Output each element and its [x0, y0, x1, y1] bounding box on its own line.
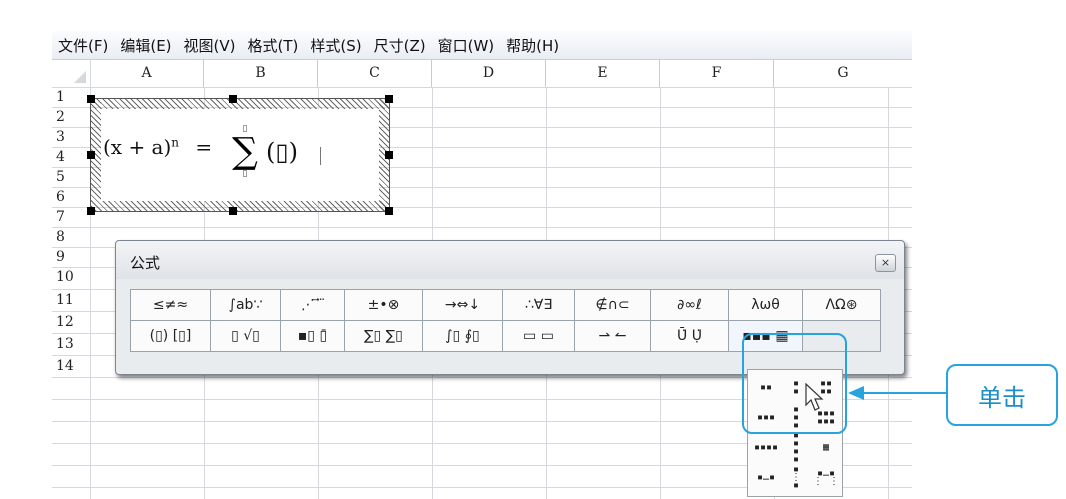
resize-handle[interactable]	[87, 151, 95, 159]
row-header-5[interactable]: 5	[52, 167, 90, 187]
callout-arrow-icon	[848, 386, 864, 400]
palette-title: 公式	[130, 254, 161, 272]
row-header-1[interactable]: 1	[52, 87, 90, 107]
resize-handle[interactable]	[385, 95, 393, 103]
row-header-4[interactable]: 4	[52, 147, 90, 167]
close-button[interactable]: ×	[875, 254, 896, 272]
row-header-12[interactable]: 12	[52, 311, 90, 333]
labeled-arrows-button[interactable]: ⇀ ↼	[575, 321, 651, 351]
palette-symbols-row: ≤≠≈ ∫ab∵ ⋰ ⃗ ⃛ ±•⊗ →⇔↓ ∴∀∃ ∉∩⊂ ∂∞ℓ λωθ Λ…	[130, 289, 881, 321]
column-header-d[interactable]: D	[432, 59, 546, 87]
matrix-1x4-option[interactable]: ▪▪▪▪	[752, 434, 780, 462]
embellishments-button[interactable]: ⋰ ⃗ ⃛	[281, 290, 345, 320]
misc-symbols-button[interactable]: ∂∞ℓ	[651, 290, 729, 320]
equation-lhs: (x + a)n =	[103, 135, 212, 159]
row-header-6[interactable]: 6	[52, 187, 90, 207]
column-header-g[interactable]: G	[774, 59, 912, 87]
screenshot: 文件(F) 编辑(E) 视图(V) 格式(T) 样式(S) 尺寸(Z) 窗口(W…	[0, 0, 1066, 499]
set-theory-button[interactable]: ∉∩⊂	[575, 290, 651, 320]
equation-equals: =	[195, 135, 213, 159]
row-header-7[interactable]: 7	[52, 207, 90, 227]
greek-lower-button[interactable]: λωθ	[729, 290, 803, 320]
operators-button[interactable]: ±•⊗	[345, 290, 423, 320]
select-all-corner[interactable]	[52, 59, 90, 87]
menu-style[interactable]: 样式(S)	[304, 35, 367, 56]
row-vector-option[interactable]: ▪…▪	[752, 464, 780, 492]
equation-canvas[interactable]: (x + a)n = ▯ ∑ ▯ (▯)	[101, 109, 379, 201]
relations-button[interactable]: ≤≠≈	[131, 290, 211, 320]
summation-term[interactable]: (▯)	[266, 138, 298, 166]
column-header-b[interactable]: B	[204, 59, 318, 87]
integral-templates-button[interactable]: ∫▯ ∮▯	[423, 321, 503, 351]
column-header-a[interactable]: A	[90, 59, 204, 87]
row-header-8[interactable]: 8	[52, 227, 90, 247]
spaces-ellipses-button[interactable]: ∫ab∵	[211, 290, 281, 320]
row-header-11[interactable]: 11	[52, 289, 90, 311]
summation-sign: ∑	[232, 131, 258, 172]
summation-templates-button[interactable]: ∑▯ ∑▯	[345, 321, 423, 351]
row-header-2[interactable]: 2	[52, 107, 90, 127]
fraction-radical-button[interactable]: ▯ √▯	[211, 321, 281, 351]
menu-format[interactable]: 格式(T)	[242, 35, 305, 56]
menu-bar: 文件(F) 编辑(E) 视图(V) 格式(T) 样式(S) 尺寸(Z) 窗口(W…	[52, 31, 912, 60]
callout-label: 单击	[946, 364, 1058, 426]
menu-help[interactable]: 帮助(H)	[500, 35, 565, 56]
resize-handle[interactable]	[385, 151, 393, 159]
arrows-button[interactable]: →⇔↓	[423, 290, 503, 320]
resize-handle[interactable]	[229, 95, 237, 103]
menu-view[interactable]: 视图(V)	[178, 35, 242, 56]
greek-upper-button[interactable]: ΛΩ⊛	[803, 290, 880, 320]
callout-arrow-line	[862, 392, 946, 394]
resize-handle[interactable]	[385, 207, 393, 215]
grid-line	[52, 87, 912, 88]
row-header-14[interactable]: 14	[52, 355, 90, 377]
underbar-overbar-button[interactable]: ▭ ▭	[503, 321, 575, 351]
text-cursor	[320, 147, 321, 165]
equation-exponent: n	[171, 135, 180, 150]
column-vector-option[interactable]: ▪ ⋮ ▪	[782, 464, 810, 492]
resize-handle[interactable]	[87, 207, 95, 215]
column-header-c[interactable]: C	[318, 59, 432, 87]
matrix-nxn-option[interactable]: ▪…▪ ⋮ ⋮	[812, 464, 840, 492]
highlight-box	[742, 333, 847, 434]
palette-titlebar[interactable]: 公式 ×	[116, 241, 904, 279]
products-set-button[interactable]: Ū̇ Ụ̇	[651, 321, 729, 351]
resize-handle[interactable]	[229, 207, 237, 215]
grid-line	[52, 227, 912, 228]
row-header-13[interactable]: 13	[52, 333, 90, 355]
row-header-3[interactable]: 3	[52, 127, 90, 147]
logic-button[interactable]: ∴∀∃	[503, 290, 575, 320]
menu-file[interactable]: 文件(F)	[52, 35, 114, 56]
equation-lhs-text: (x + a)	[103, 135, 172, 159]
matrix-4x4-option[interactable]: ▦	[812, 434, 840, 462]
matrix-4x1-option[interactable]: ▪ ▪ ▪ ▪	[782, 431, 810, 465]
resize-handle[interactable]	[87, 95, 95, 103]
equation-object[interactable]: (x + a)n = ▯ ∑ ▯ (▯)	[87, 95, 393, 215]
column-header-f[interactable]: F	[660, 59, 774, 87]
row-header-9[interactable]: 9	[52, 247, 90, 267]
subscript-superscript-button[interactable]: ▪▯ ▯̄	[281, 321, 345, 351]
fence-templates-button[interactable]: (▯) [▯]	[131, 321, 211, 351]
menu-edit[interactable]: 编辑(E)	[114, 35, 177, 56]
mouse-cursor-icon	[805, 383, 824, 411]
row-header-10[interactable]: 10	[52, 267, 90, 287]
menu-size[interactable]: 尺寸(Z)	[368, 35, 432, 56]
column-header-e[interactable]: E	[546, 59, 660, 87]
menu-window[interactable]: 窗口(W)	[432, 35, 501, 56]
summation: ▯ ∑ ▯	[230, 125, 260, 179]
